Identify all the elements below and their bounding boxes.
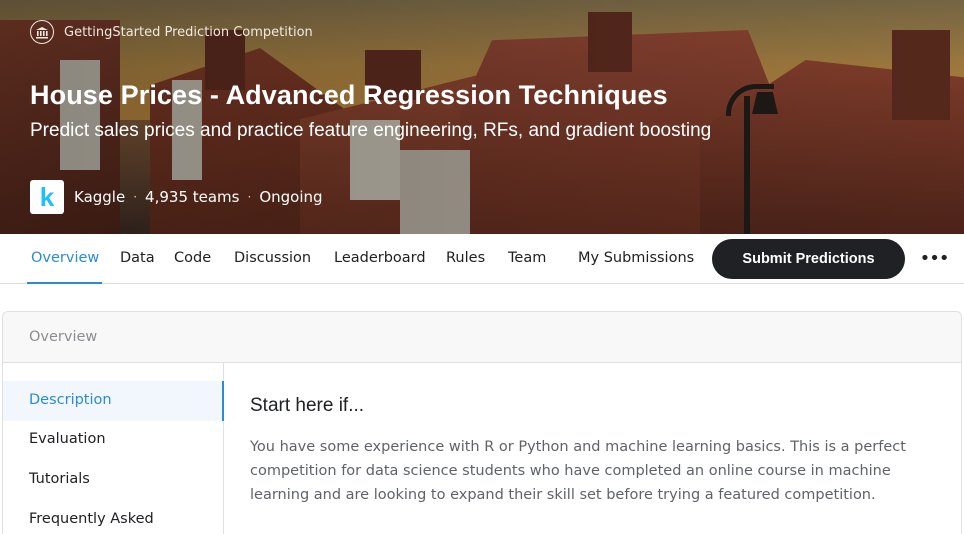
tab-my-submissions[interactable]: My Submissions	[578, 250, 694, 266]
submit-predictions-button[interactable]: Submit Predictions	[712, 239, 905, 279]
host-name[interactable]: Kaggle	[74, 188, 125, 206]
description-text: You have some experience with R or Pytho…	[250, 439, 906, 503]
sidebar-item-evaluation[interactable]: Evaluation	[29, 431, 106, 447]
tab-rules[interactable]: Rules	[446, 250, 485, 266]
competition-type: GettingStarted Prediction Competition	[30, 20, 313, 44]
tab-overview[interactable]: Overview	[31, 250, 99, 266]
more-horizontal-icon[interactable]: •••	[920, 246, 950, 270]
bank-icon	[30, 20, 54, 44]
overview-sidebar: Description Evaluation Tutorials Frequen…	[3, 363, 224, 534]
sidebar-item-description[interactable]: Description	[29, 392, 112, 408]
kaggle-logo[interactable]: k	[30, 180, 64, 214]
competition-status: Ongoing	[259, 188, 323, 206]
competition-type-label: GettingStarted Prediction Competition	[64, 24, 313, 40]
active-tab-indicator	[27, 282, 102, 284]
tab-discussion[interactable]: Discussion	[234, 250, 311, 266]
overview-panel: Overview Description Evaluation Tutorial…	[2, 311, 962, 534]
competition-title: House Prices - Advanced Regression Techn…	[30, 80, 668, 110]
tab-data[interactable]: Data	[120, 250, 155, 266]
sidebar-item-faq[interactable]: Frequently Asked	[29, 511, 154, 527]
team-count: 4,935 teams	[145, 188, 240, 206]
tab-leaderboard[interactable]: Leaderboard	[334, 250, 426, 266]
overview-header: Overview	[3, 312, 961, 363]
separator: ·	[133, 190, 138, 204]
separator: ·	[247, 190, 252, 204]
tab-team[interactable]: Team	[508, 250, 546, 266]
tab-code[interactable]: Code	[174, 250, 211, 266]
sidebar-item-tutorials[interactable]: Tutorials	[29, 471, 90, 487]
section-heading: Start here if...	[250, 395, 365, 416]
competition-subtitle: Predict sales prices and practice featur…	[30, 120, 712, 141]
competition-meta: k Kaggle · 4,935 teams · Ongoing	[30, 180, 323, 214]
competition-header: GettingStarted Prediction Competition Ho…	[0, 0, 964, 234]
